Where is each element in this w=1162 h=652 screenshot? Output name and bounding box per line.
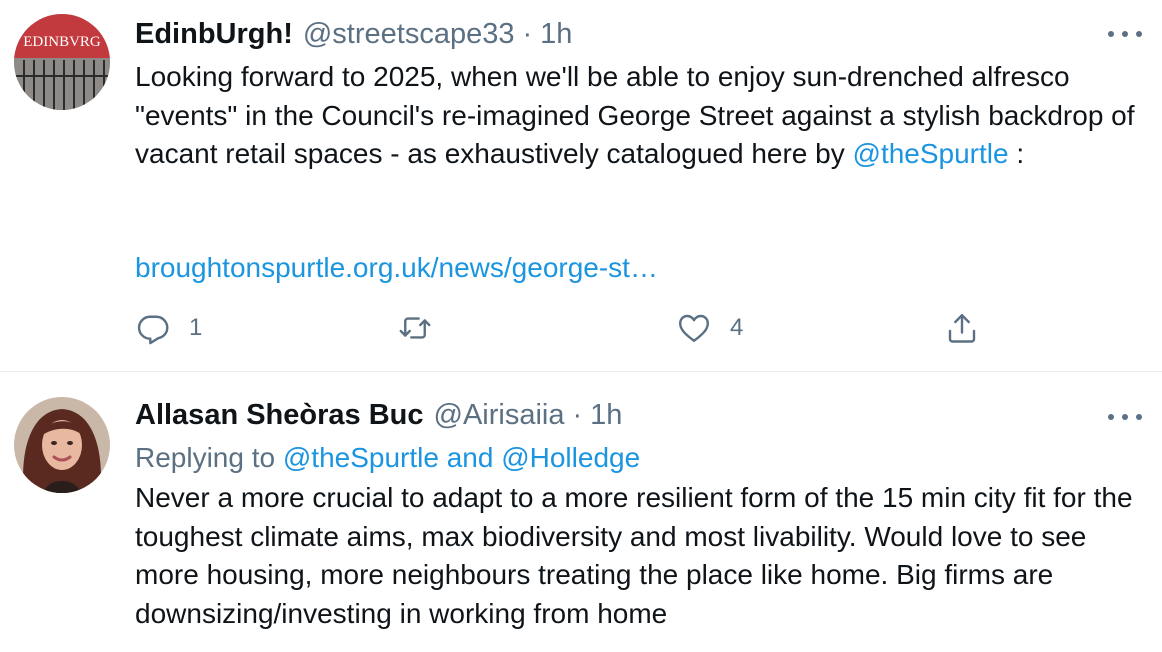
like-button[interactable]: 4 — [676, 306, 743, 350]
user-handle[interactable]: @Airisaiia — [434, 397, 565, 433]
separator-dot: · — [572, 399, 583, 431]
display-name[interactable]: EdinbUrgh! — [135, 16, 293, 52]
share-button[interactable] — [944, 306, 980, 350]
mention-link[interactable]: @theSpurtle — [853, 138, 1009, 169]
replying-mentions[interactable]: @theSpurtle and @Holledge — [283, 442, 640, 473]
share-icon — [948, 314, 976, 343]
display-name[interactable]: Allasan Sheòras Buc — [135, 397, 424, 433]
reply-count: 1 — [189, 314, 203, 341]
tweet[interactable]: EDINBVRG EdinbUrgh! @streetscape33 · 1h … — [0, 0, 1162, 372]
replying-prefix: Replying to — [135, 442, 283, 473]
tweet-header: Allasan Sheòras Buc @Airisaiia · 1h — [135, 397, 622, 433]
tweet-actions: 1 4 — [0, 306, 1162, 350]
avatar[interactable]: EDINBVRG — [14, 14, 110, 110]
retweet-icon — [399, 317, 431, 339]
avatar[interactable] — [14, 397, 110, 493]
url-link[interactable]: broughtonspurtle.org.uk/news/george-st… — [135, 249, 658, 287]
timestamp[interactable]: 1h — [540, 16, 572, 52]
avatar-logo-text: EDINBVRG — [23, 34, 101, 50]
more-icon[interactable] — [1108, 407, 1142, 427]
like-count: 4 — [730, 314, 744, 341]
retweet-button[interactable] — [397, 306, 451, 350]
reply-button[interactable]: 1 — [135, 306, 202, 350]
separator-dot: · — [522, 18, 533, 50]
user-handle[interactable]: @streetscape33 — [303, 16, 515, 52]
tweet[interactable]: Allasan Sheòras Buc @Airisaiia · 1h Repl… — [0, 373, 1162, 652]
reply-icon — [137, 315, 169, 345]
tweet-text-part: : — [1008, 138, 1025, 169]
more-icon[interactable] — [1108, 24, 1142, 44]
timestamp[interactable]: 1h — [590, 397, 622, 433]
tweet-text: Never a more crucial to adapt to a more … — [135, 482, 1133, 629]
tweet-header: EdinbUrgh! @streetscape33 · 1h — [135, 16, 572, 52]
replying-to: Replying to @theSpurtle and @Holledge — [135, 439, 640, 477]
heart-icon — [679, 314, 709, 342]
tweet-text: Looking forward to 2025, when we'll be a… — [135, 58, 1145, 174]
